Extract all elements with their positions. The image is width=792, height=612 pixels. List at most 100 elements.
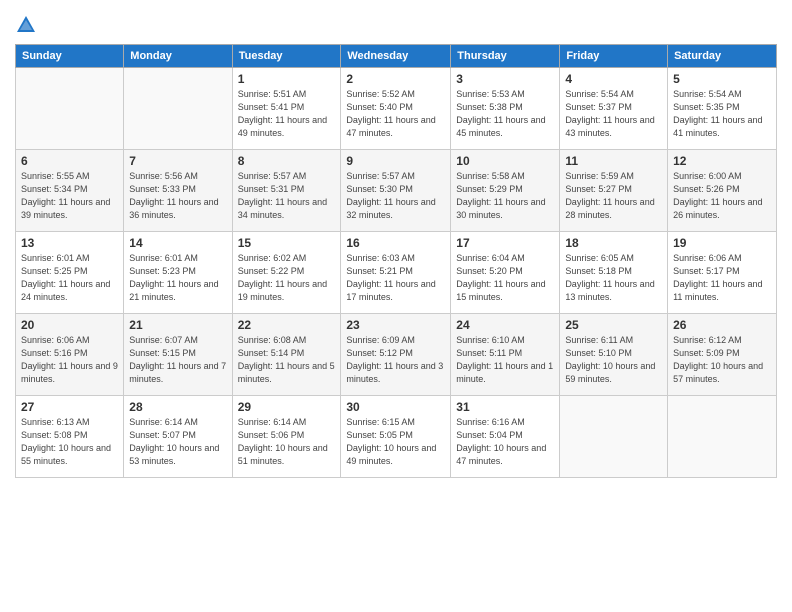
calendar-cell: 23 Sunrise: 6:09 AM Sunset: 5:12 PM Dayli…	[341, 314, 451, 396]
calendar-cell: 21 Sunrise: 6:07 AM Sunset: 5:15 PM Dayli…	[124, 314, 232, 396]
day-number: 10	[456, 154, 554, 168]
day-info: Sunrise: 5:57 AM Sunset: 5:30 PM Dayligh…	[346, 170, 445, 222]
calendar-cell: 29Sunrise: 6:14 AM Sunset: 5:06 PM Dayli…	[232, 396, 341, 478]
week-row-0: 1 Sunrise: 5:51 AM Sunset: 5:41 PM Daylig…	[16, 68, 777, 150]
day-number: 16	[346, 236, 445, 250]
day-number: 14	[129, 236, 226, 250]
calendar-cell: 15 Sunrise: 6:02 AM Sunset: 5:22 PM Dayli…	[232, 232, 341, 314]
calendar-cell	[124, 68, 232, 150]
calendar-cell: 4 Sunrise: 5:54 AM Sunset: 5:37 PM Daylig…	[560, 68, 668, 150]
day-number: 19	[673, 236, 771, 250]
calendar-cell: 6 Sunrise: 5:55 AM Sunset: 5:34 PM Daylig…	[16, 150, 124, 232]
day-number: 17	[456, 236, 554, 250]
col-header-friday: Friday	[560, 45, 668, 68]
calendar-cell: 30Sunrise: 6:15 AM Sunset: 5:05 PM Dayli…	[341, 396, 451, 478]
week-row-3: 20Sunrise: 6:06 AM Sunset: 5:16 PM Dayli…	[16, 314, 777, 396]
day-info: Sunrise: 5:55 AM Sunset: 5:34 PM Dayligh…	[21, 170, 118, 222]
day-info: Sunrise: 5:54 AM Sunset: 5:37 PM Dayligh…	[565, 88, 662, 140]
calendar-cell: 12Sunrise: 6:00 AM Sunset: 5:26 PM Dayli…	[668, 150, 777, 232]
calendar-cell: 26 Sunrise: 6:12 AM Sunset: 5:09 PM Dayli…	[668, 314, 777, 396]
calendar-table: SundayMondayTuesdayWednesdayThursdayFrid…	[15, 44, 777, 478]
day-number: 8	[238, 154, 336, 168]
day-number: 4	[565, 72, 662, 86]
day-info: Sunrise: 5:59 AM Sunset: 5:27 PM Dayligh…	[565, 170, 662, 222]
calendar-cell: 14 Sunrise: 6:01 AM Sunset: 5:23 PM Dayli…	[124, 232, 232, 314]
col-header-monday: Monday	[124, 45, 232, 68]
calendar-cell: 10Sunrise: 5:58 AM Sunset: 5:29 PM Dayli…	[451, 150, 560, 232]
calendar-cell: 20Sunrise: 6:06 AM Sunset: 5:16 PM Dayli…	[16, 314, 124, 396]
day-number: 9	[346, 154, 445, 168]
day-number: 18	[565, 236, 662, 250]
day-info: Sunrise: 6:02 AM Sunset: 5:22 PM Dayligh…	[238, 252, 336, 304]
calendar-cell: 31 Sunrise: 6:16 AM Sunset: 5:04 PM Dayli…	[451, 396, 560, 478]
day-number: 5	[673, 72, 771, 86]
calendar-cell: 16 Sunrise: 6:03 AM Sunset: 5:21 PM Dayli…	[341, 232, 451, 314]
calendar-cell: 17 Sunrise: 6:04 AM Sunset: 5:20 PM Dayli…	[451, 232, 560, 314]
calendar-cell	[560, 396, 668, 478]
day-info: Sunrise: 6:16 AM Sunset: 5:04 PM Dayligh…	[456, 416, 554, 468]
col-header-sunday: Sunday	[16, 45, 124, 68]
day-number: 22	[238, 318, 336, 332]
day-number: 7	[129, 154, 226, 168]
calendar-cell: 19 Sunrise: 6:06 AM Sunset: 5:17 PM Dayli…	[668, 232, 777, 314]
day-info: Sunrise: 5:56 AM Sunset: 5:33 PM Dayligh…	[129, 170, 226, 222]
day-info: Sunrise: 6:07 AM Sunset: 5:15 PM Dayligh…	[129, 334, 226, 386]
day-info: Sunrise: 6:11 AM Sunset: 5:10 PM Dayligh…	[565, 334, 662, 386]
col-header-tuesday: Tuesday	[232, 45, 341, 68]
day-info: Sunrise: 5:53 AM Sunset: 5:38 PM Dayligh…	[456, 88, 554, 140]
day-number: 3	[456, 72, 554, 86]
day-info: Sunrise: 6:12 AM Sunset: 5:09 PM Dayligh…	[673, 334, 771, 386]
day-info: Sunrise: 5:52 AM Sunset: 5:40 PM Dayligh…	[346, 88, 445, 140]
day-info: Sunrise: 5:57 AM Sunset: 5:31 PM Dayligh…	[238, 170, 336, 222]
day-number: 15	[238, 236, 336, 250]
day-number: 11	[565, 154, 662, 168]
day-info: Sunrise: 6:09 AM Sunset: 5:12 PM Dayligh…	[346, 334, 445, 386]
day-number: 26	[673, 318, 771, 332]
calendar-cell	[668, 396, 777, 478]
calendar-cell: 18Sunrise: 6:05 AM Sunset: 5:18 PM Dayli…	[560, 232, 668, 314]
calendar-cell: 11 Sunrise: 5:59 AM Sunset: 5:27 PM Dayli…	[560, 150, 668, 232]
day-info: Sunrise: 6:00 AM Sunset: 5:26 PM Dayligh…	[673, 170, 771, 222]
day-info: Sunrise: 6:13 AM Sunset: 5:08 PM Dayligh…	[21, 416, 118, 468]
week-row-1: 6 Sunrise: 5:55 AM Sunset: 5:34 PM Daylig…	[16, 150, 777, 232]
calendar-cell: 24 Sunrise: 6:10 AM Sunset: 5:11 PM Dayli…	[451, 314, 560, 396]
day-number: 6	[21, 154, 118, 168]
day-info: Sunrise: 6:10 AM Sunset: 5:11 PM Dayligh…	[456, 334, 554, 386]
calendar-cell: 13 Sunrise: 6:01 AM Sunset: 5:25 PM Dayli…	[16, 232, 124, 314]
col-header-thursday: Thursday	[451, 45, 560, 68]
calendar-cell: 25 Sunrise: 6:11 AM Sunset: 5:10 PM Dayli…	[560, 314, 668, 396]
logo-icon	[15, 14, 37, 36]
day-info: Sunrise: 5:51 AM Sunset: 5:41 PM Dayligh…	[238, 88, 336, 140]
calendar-cell: 27Sunrise: 6:13 AM Sunset: 5:08 PM Dayli…	[16, 396, 124, 478]
page: SundayMondayTuesdayWednesdayThursdayFrid…	[0, 0, 792, 612]
day-info: Sunrise: 5:54 AM Sunset: 5:35 PM Dayligh…	[673, 88, 771, 140]
day-number: 1	[238, 72, 336, 86]
day-info: Sunrise: 6:04 AM Sunset: 5:20 PM Dayligh…	[456, 252, 554, 304]
day-number: 13	[21, 236, 118, 250]
day-info: Sunrise: 6:14 AM Sunset: 5:07 PM Dayligh…	[129, 416, 226, 468]
day-number: 20	[21, 318, 118, 332]
day-number: 2	[346, 72, 445, 86]
col-header-wednesday: Wednesday	[341, 45, 451, 68]
day-info: Sunrise: 6:01 AM Sunset: 5:25 PM Dayligh…	[21, 252, 118, 304]
calendar-cell: 5 Sunrise: 5:54 AM Sunset: 5:35 PM Daylig…	[668, 68, 777, 150]
day-number: 23	[346, 318, 445, 332]
week-row-2: 13 Sunrise: 6:01 AM Sunset: 5:25 PM Dayli…	[16, 232, 777, 314]
day-number: 25	[565, 318, 662, 332]
day-number: 24	[456, 318, 554, 332]
header	[15, 10, 777, 36]
day-info: Sunrise: 6:01 AM Sunset: 5:23 PM Dayligh…	[129, 252, 226, 304]
calendar-cell: 1 Sunrise: 5:51 AM Sunset: 5:41 PM Daylig…	[232, 68, 341, 150]
calendar-cell	[16, 68, 124, 150]
calendar-cell: 7 Sunrise: 5:56 AM Sunset: 5:33 PM Daylig…	[124, 150, 232, 232]
day-info: Sunrise: 6:06 AM Sunset: 5:17 PM Dayligh…	[673, 252, 771, 304]
day-number: 29	[238, 400, 336, 414]
day-number: 21	[129, 318, 226, 332]
day-number: 31	[456, 400, 554, 414]
calendar-cell: 28Sunrise: 6:14 AM Sunset: 5:07 PM Dayli…	[124, 396, 232, 478]
calendar-cell: 22Sunrise: 6:08 AM Sunset: 5:14 PM Dayli…	[232, 314, 341, 396]
calendar-cell: 8 Sunrise: 5:57 AM Sunset: 5:31 PM Daylig…	[232, 150, 341, 232]
day-info: Sunrise: 6:03 AM Sunset: 5:21 PM Dayligh…	[346, 252, 445, 304]
calendar-cell: 3 Sunrise: 5:53 AM Sunset: 5:38 PM Daylig…	[451, 68, 560, 150]
logo	[15, 14, 40, 36]
